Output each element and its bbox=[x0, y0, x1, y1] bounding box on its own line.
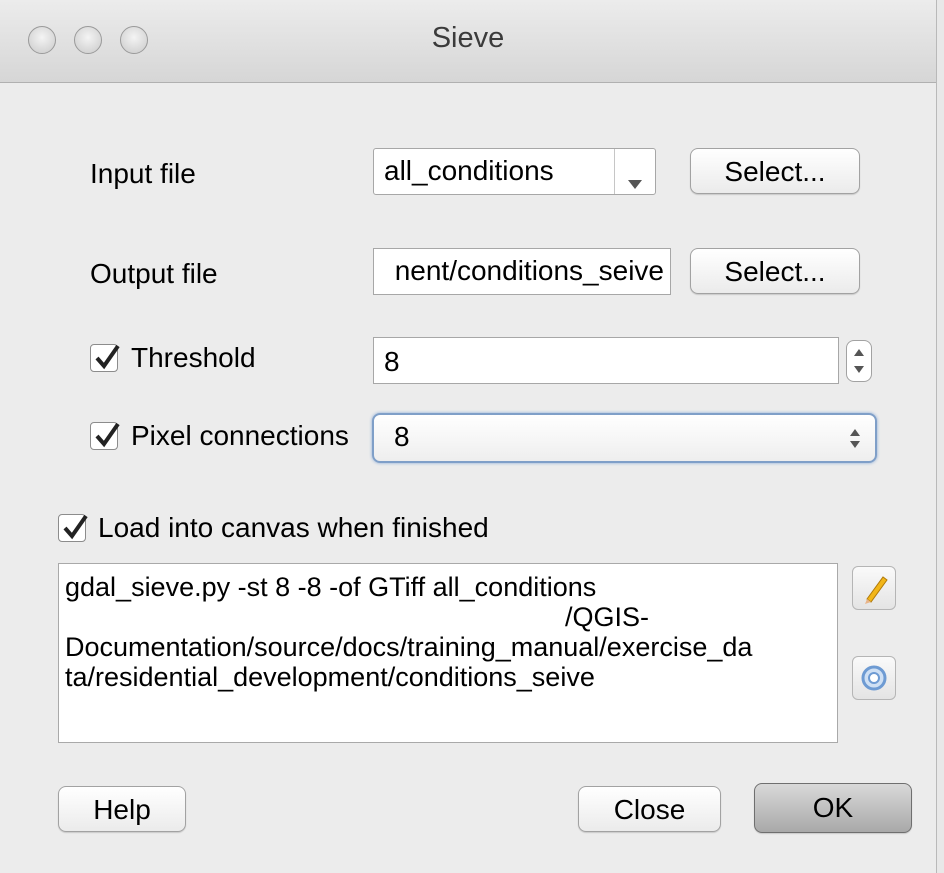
command-line-1: gdal_sieve.py -st 8 -8 -of GTiff all_con… bbox=[65, 572, 597, 602]
command-line-3: Documentation/source/docs/training_manua… bbox=[65, 632, 753, 662]
output-select-button[interactable]: Select... bbox=[690, 248, 860, 294]
output-file-label: Output file bbox=[90, 258, 218, 289]
sieve-dialog: Sieve Input file all_conditions Select..… bbox=[0, 0, 937, 873]
reset-command-button[interactable] bbox=[852, 656, 896, 700]
input-select-button[interactable]: Select... bbox=[690, 148, 860, 194]
input-file-combo[interactable]: all_conditions bbox=[373, 148, 656, 195]
threshold-input[interactable]: 8 bbox=[373, 337, 839, 384]
checkmark-icon bbox=[63, 514, 88, 540]
dropdown-arrow-icon bbox=[628, 167, 642, 194]
threshold-label: Threshold bbox=[131, 342, 256, 373]
pencil-icon bbox=[865, 576, 888, 604]
output-file-field[interactable]: nent/conditions_seive bbox=[373, 248, 671, 295]
close-button[interactable]: Close bbox=[578, 786, 721, 832]
command-line-2: /QGIS- bbox=[65, 602, 831, 632]
input-file-value: all_conditions bbox=[384, 155, 554, 186]
command-line-4: ta/residential_development/conditions_se… bbox=[65, 662, 595, 692]
input-file-label: Input file bbox=[90, 158, 196, 189]
reset-icon bbox=[861, 665, 887, 691]
load-into-canvas-checkbox[interactable] bbox=[58, 514, 88, 542]
select-arrows-icon bbox=[849, 426, 861, 455]
pixel-connections-value: 8 bbox=[394, 421, 410, 452]
load-into-canvas-label: Load into canvas when finished bbox=[98, 512, 489, 543]
title-bar: Sieve bbox=[0, 0, 936, 83]
checkmark-icon bbox=[95, 344, 120, 370]
stepper-arrows-icon bbox=[854, 349, 864, 373]
pixel-connections-checkbox[interactable] bbox=[90, 422, 120, 450]
command-line-2-text: /QGIS- bbox=[565, 602, 650, 632]
pixel-connections-label: Pixel connections bbox=[131, 420, 349, 451]
redacted-path bbox=[65, 606, 565, 631]
pixel-connections-select[interactable]: 8 bbox=[372, 413, 877, 463]
threshold-checkbox[interactable] bbox=[90, 344, 120, 372]
edit-command-button[interactable] bbox=[852, 566, 896, 610]
checkmark-icon bbox=[95, 422, 120, 448]
command-textbox[interactable]: gdal_sieve.py -st 8 -8 -of GTiff all_con… bbox=[58, 563, 838, 743]
help-button[interactable]: Help bbox=[58, 786, 186, 832]
window-title: Sieve bbox=[431, 22, 505, 54]
ok-button[interactable]: OK bbox=[754, 783, 912, 833]
threshold-stepper[interactable] bbox=[846, 340, 872, 382]
